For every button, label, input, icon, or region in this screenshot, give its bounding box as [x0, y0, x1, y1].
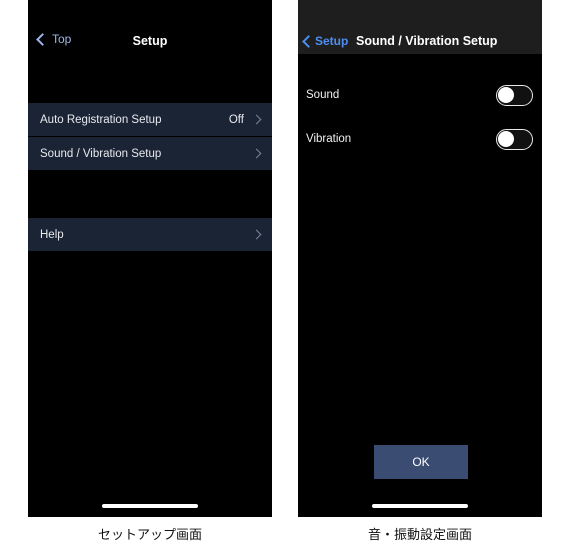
list-item-label: Help [40, 228, 64, 241]
home-indicator [372, 504, 468, 508]
list-item-label: Auto Registration Setup [40, 113, 162, 126]
list-item-label: Sound / Vibration Setup [40, 147, 162, 160]
right-screen-caption: 音・振動設定画面 [367, 528, 472, 543]
setting-row-sound: Sound [298, 80, 542, 110]
list-item-sound-vibration-setup[interactable]: Sound / Vibration Setup [28, 137, 272, 170]
toggle-switch-sound[interactable] [496, 84, 533, 106]
home-indicator [102, 504, 198, 508]
list-item-value: Off [228, 113, 244, 126]
chevron-right-icon [251, 148, 262, 159]
page-title: Sound / Vibration Setup [356, 34, 498, 48]
setting-label-sound: Sound [306, 89, 340, 101]
ok-button[interactable]: OK [374, 445, 468, 479]
toggle-switch-vibration[interactable] [496, 128, 533, 150]
toggle-knob [498, 130, 514, 147]
chevron-right-icon [251, 114, 262, 125]
chevron-left-icon [302, 34, 315, 48]
right-nav-bar: Setup Sound / Vibration Setup [298, 0, 542, 54]
list-item-help[interactable]: Help [28, 218, 272, 251]
setting-label-vibration: Vibration [306, 133, 352, 145]
chevron-right-icon [251, 229, 262, 240]
page-title: Setup [132, 34, 168, 48]
setting-row-vibration: Vibration [298, 124, 542, 154]
setup-screen-panel: Top Setup Auto Registration Setup Off So… [28, 0, 272, 517]
back-button-label: Setup [315, 34, 349, 48]
left-nav-bar: Top Setup [28, 0, 272, 66]
left-screen-caption: セットアップ画面 [97, 528, 202, 543]
sound-vibration-setup-screen-panel: Setup Sound / Vibration Setup Sound Vibr… [298, 0, 542, 517]
toggle-knob [498, 86, 514, 103]
list-item-auto-registration-setup[interactable]: Auto Registration Setup Off [28, 103, 272, 136]
back-to-setup-button[interactable]: Setup [302, 34, 349, 48]
